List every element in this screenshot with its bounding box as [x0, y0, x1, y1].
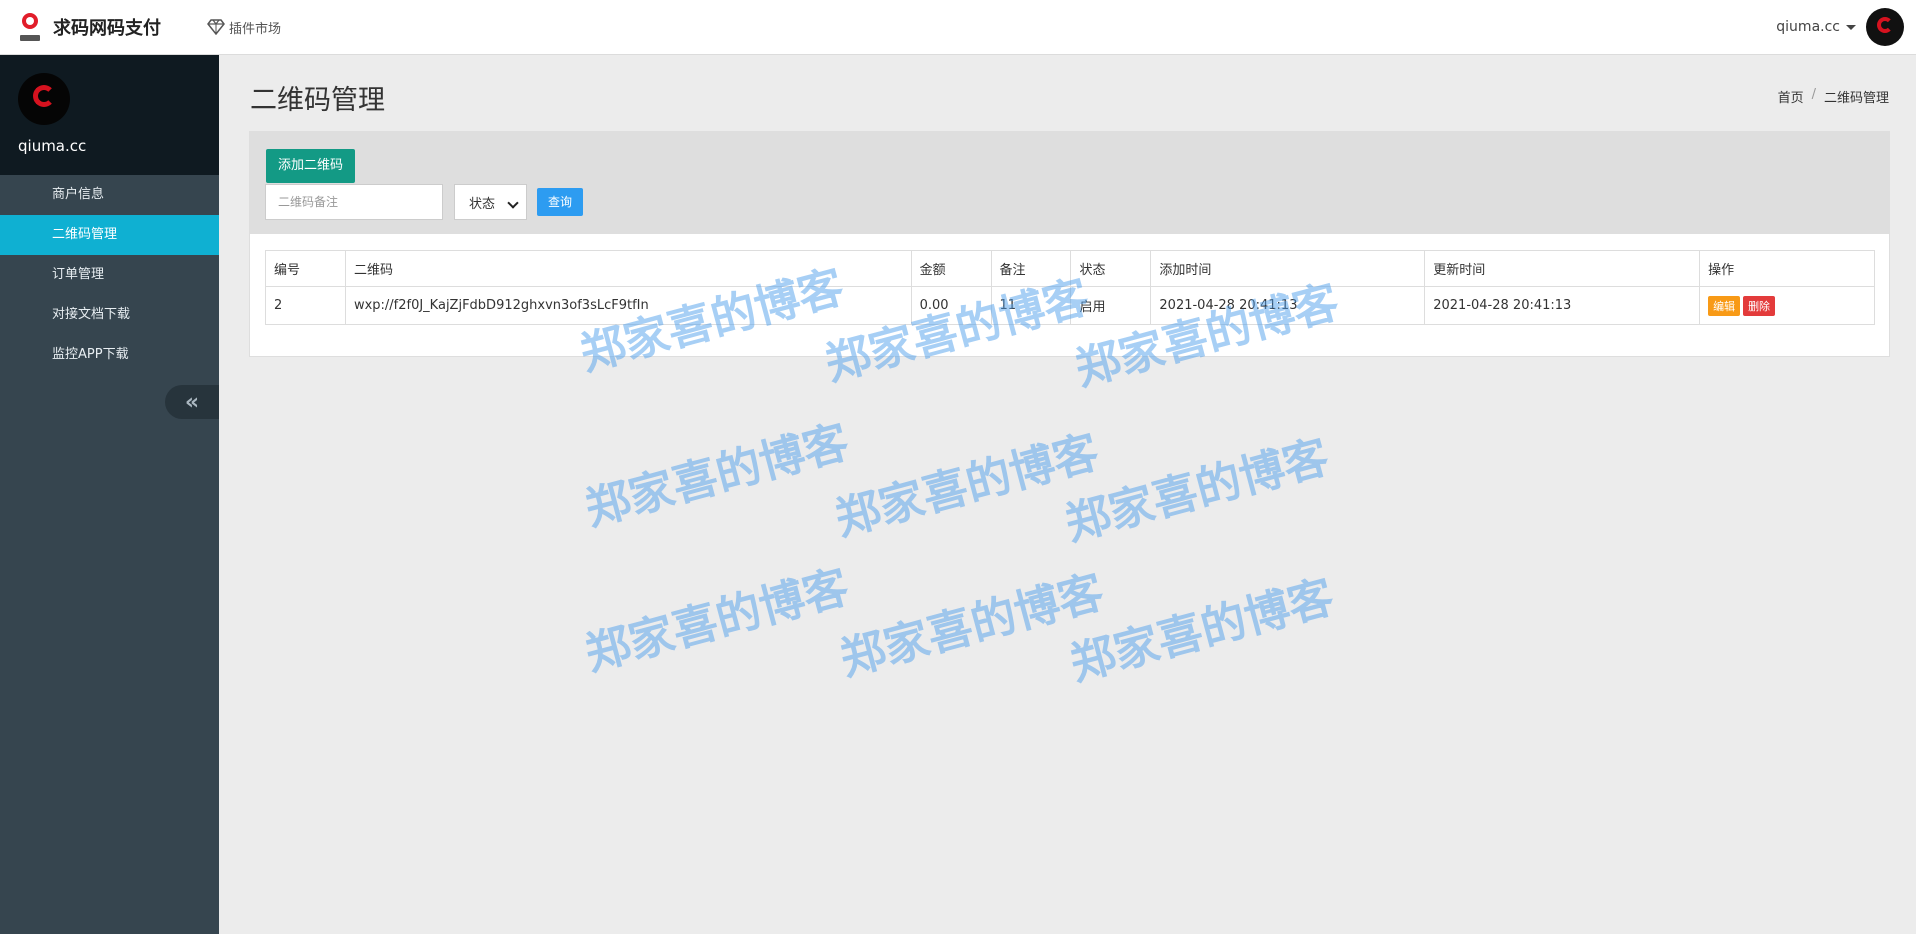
top-navbar: 求码网码支付 插件市场 qiuma.cc [0, 0, 1916, 55]
column-header-actions: 操作 [1699, 250, 1875, 287]
cell-id: 2 [265, 286, 346, 325]
qrcode-table: 编号 二维码 金额 备注 状态 添加时间 更新时间 操作 2 wxp://f2f… [265, 250, 1875, 325]
column-header-status: 状态 [1070, 250, 1152, 287]
breadcrumb: 首页 / 二维码管理 [1778, 87, 1889, 106]
sidebar: qiuma.cc 商户信息 二维码管理 订单管理 对接文档下载 监控APP下载 … [0, 55, 219, 934]
cell-amount: 0.00 [910, 286, 992, 325]
qrcode-panel: 添加二维码 状态 查询 编号 二维码 金额 备注 状态 添加时间 更新时间 操作 [249, 131, 1890, 357]
cell-remark: 11 [990, 286, 1072, 325]
sidebar-item-qrcode-management[interactable]: 二维码管理 [0, 215, 219, 255]
sidebar-item-api-doc-download[interactable]: 对接文档下载 [0, 295, 219, 335]
brand-title: 求码网码支付 [53, 18, 161, 39]
delete-button[interactable]: 删除 [1743, 295, 1776, 316]
watermark-text: 郑家喜的博客 [834, 564, 1110, 686]
status-select-value: 状态 [469, 196, 496, 212]
remark-search-input[interactable] [265, 184, 443, 220]
page-title: 二维码管理 [250, 85, 385, 116]
cell-added-time: 2021-04-28 20:41:13 [1150, 286, 1426, 325]
sidebar-item-order-management[interactable]: 订单管理 [0, 255, 219, 295]
column-header-qrcode: 二维码 [344, 250, 912, 287]
user-name: qiuma.cc [1776, 19, 1840, 35]
column-header-remark: 备注 [990, 250, 1072, 287]
brand[interactable]: 求码网码支付 [0, 13, 200, 41]
column-header-added-time: 添加时间 [1150, 250, 1426, 287]
sidebar-item-merchant-info[interactable]: 商户信息 [0, 175, 219, 215]
sidebar-item-monitor-app-download[interactable]: 监控APP下载 [0, 335, 219, 375]
table-header-row: 编号 二维码 金额 备注 状态 添加时间 更新时间 操作 [265, 250, 1875, 287]
add-qrcode-button[interactable]: 添加二维码 [266, 149, 356, 183]
sidebar-profile: qiuma.cc [0, 55, 219, 175]
column-header-id: 编号 [265, 250, 346, 287]
watermark-text: 郑家喜的博客 [1064, 569, 1340, 691]
breadcrumb-separator: / [1811, 87, 1816, 102]
table-row: 2 wxp://f2f0J_KajZjFdbD912ghxvn3of3sLcF9… [265, 286, 1875, 325]
brand-logo-icon [20, 13, 40, 41]
watermark-text: 郑家喜的博客 [579, 559, 855, 681]
caret-down-icon [1846, 24, 1856, 30]
watermark-text: 郑家喜的博客 [579, 414, 855, 536]
plugin-market-label: 插件市场 [229, 21, 282, 37]
watermark-text: 郑家喜的博客 [1059, 429, 1335, 551]
cell-status: 启用 [1070, 286, 1152, 325]
cell-qrcode: wxp://f2f0J_KajZjFdbD912ghxvn3of3sLcF9tf… [344, 286, 912, 325]
column-header-amount: 金额 [910, 250, 992, 287]
filter-toolbar: 添加二维码 状态 查询 [250, 132, 1889, 234]
avatar[interactable] [1866, 8, 1904, 46]
query-button[interactable]: 查询 [537, 188, 583, 216]
watermark-text: 郑家喜的博客 [829, 424, 1105, 546]
cell-updated-time: 2021-04-28 20:41:13 [1424, 286, 1701, 325]
sidebar-collapse-button[interactable]: « [165, 385, 219, 419]
diamond-icon [207, 19, 225, 35]
breadcrumb-home[interactable]: 首页 [1778, 87, 1804, 106]
edit-button[interactable]: 编辑 [1708, 295, 1741, 316]
profile-name: qiuma.cc [18, 137, 87, 155]
chevron-down-icon [507, 197, 519, 209]
plugin-market-link[interactable]: 插件市场 [207, 18, 281, 37]
profile-avatar[interactable] [18, 73, 70, 125]
user-menu[interactable]: qiuma.cc [1776, 8, 1904, 46]
status-select[interactable]: 状态 [454, 184, 527, 220]
double-chevron-left-icon: « [184, 389, 200, 415]
breadcrumb-current: 二维码管理 [1823, 91, 1889, 106]
column-header-updated-time: 更新时间 [1424, 250, 1701, 287]
sidebar-menu: 商户信息 二维码管理 订单管理 对接文档下载 监控APP下载 [0, 175, 219, 375]
cell-actions: 编辑 删除 [1699, 286, 1875, 325]
